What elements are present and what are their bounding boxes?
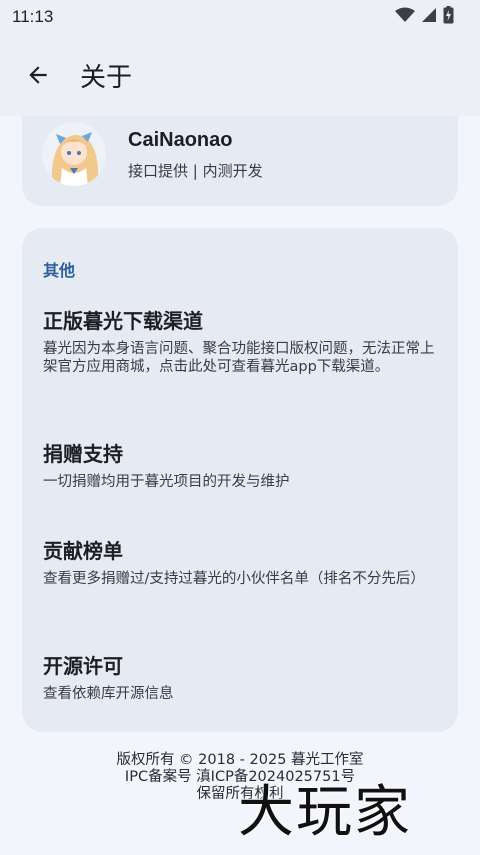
cellular-signal-icon bbox=[421, 7, 437, 27]
developer-name: CaiNaonao bbox=[128, 129, 233, 151]
item-description: 查看依赖库开源信息 bbox=[43, 686, 174, 702]
arrow-back-icon bbox=[29, 66, 47, 84]
section-title: 其他 bbox=[43, 261, 76, 280]
donate-item[interactable]: 捐赠支持 一切捐赠均用于暮光项目的开发与维护 bbox=[43, 441, 443, 491]
item-title: 捐赠支持 bbox=[43, 442, 123, 466]
status-icons bbox=[395, 6, 454, 28]
item-title: 贡献榜单 bbox=[43, 539, 123, 563]
contributors-item[interactable]: 贡献榜单 查看更多捐赠过/支持过暮光的小伙伴名单（排名不分先后） bbox=[43, 538, 443, 588]
developer-card[interactable]: CaiNaonao 接口提供 | 内测开发 bbox=[22, 116, 458, 206]
top-app-bar: 关于 bbox=[0, 34, 480, 116]
page-title: 关于 bbox=[80, 62, 133, 93]
wifi-icon bbox=[395, 7, 415, 27]
battery-icon bbox=[443, 6, 454, 28]
item-description: 一切捐赠均用于暮光项目的开发与维护 bbox=[43, 474, 290, 490]
item-description: 查看更多捐赠过/支持过暮光的小伙伴名单（排名不分先后） bbox=[43, 571, 425, 587]
status-bar: 11:13 bbox=[0, 0, 480, 34]
watermark: 大玩家 bbox=[238, 780, 412, 845]
copyright-text: 版权所有 © 2018 - 2025 暮光工作室 bbox=[116, 752, 364, 768]
scroll-content[interactable]: CaiNaonao 接口提供 | 内测开发 其他 正版暮光下载渠道 暮光因为本身… bbox=[0, 116, 480, 855]
developer-role: 接口提供 | 内测开发 bbox=[128, 162, 263, 180]
item-title: 开源许可 bbox=[43, 654, 123, 678]
back-button[interactable] bbox=[16, 53, 60, 97]
item-description: 暮光因为本身语言问题、聚合功能接口版权问题，无法正常上架官方应用商城，点击此处可… bbox=[43, 341, 435, 375]
open-source-license-item[interactable]: 开源许可 查看依赖库开源信息 bbox=[43, 653, 443, 703]
item-title: 正版暮光下载渠道 bbox=[43, 309, 203, 333]
status-time: 11:13 bbox=[12, 7, 54, 26]
other-section-card: 其他 正版暮光下载渠道 暮光因为本身语言问题、聚合功能接口版权问题，无法正常上架… bbox=[22, 228, 458, 732]
download-channel-item[interactable]: 正版暮光下载渠道 暮光因为本身语言问题、聚合功能接口版权问题，无法正常上架官方应… bbox=[43, 308, 443, 376]
avatar bbox=[42, 122, 106, 186]
